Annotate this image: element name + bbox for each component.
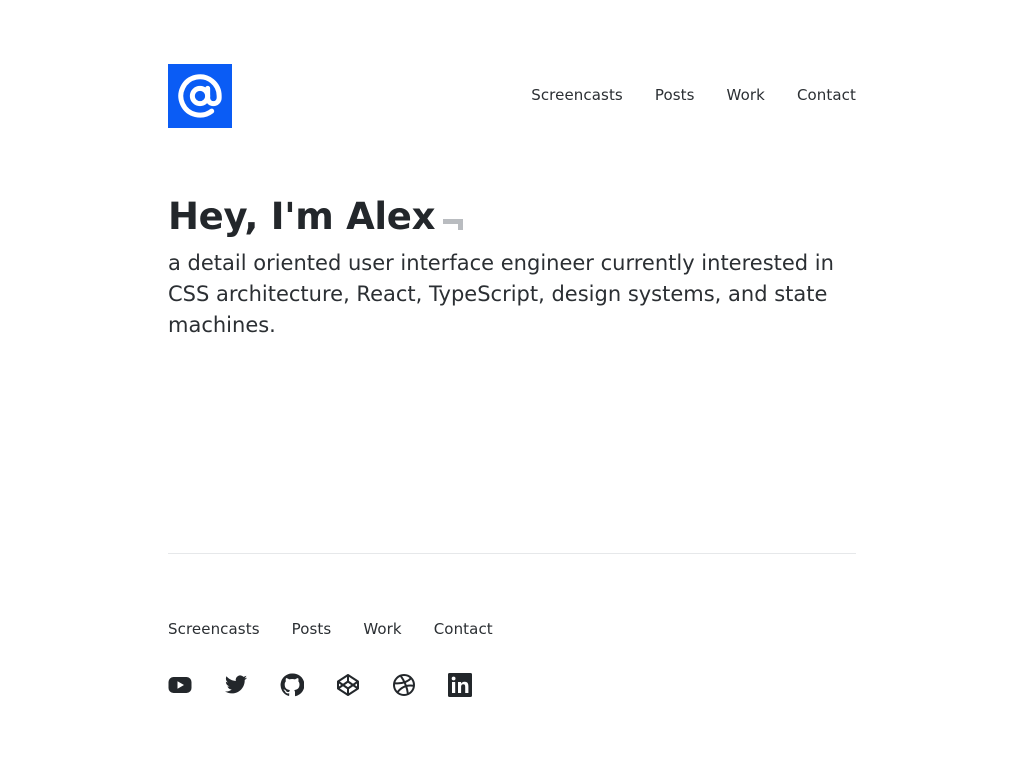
codepen-icon[interactable] [336,673,360,697]
hero-title-text: Hey, I'm Alex [168,195,436,238]
nav-link-posts[interactable]: Posts [655,86,695,104]
footer-link-work[interactable]: Work [363,620,401,638]
page: Screencasts Posts Work Contact Hey, I'm … [0,0,1024,768]
footer-divider [168,553,856,554]
nav-link-work[interactable]: Work [727,86,765,104]
footer-nav: Screencasts Posts Work Contact [168,620,493,638]
youtube-icon[interactable] [168,673,192,697]
hero-subtitle: a detail oriented user interface enginee… [168,251,834,337]
nav-link-screencasts[interactable]: Screencasts [531,86,623,104]
hero-heading: Hey, I'm Alex [168,192,464,242]
footer-link-posts[interactable]: Posts [292,620,332,638]
linkedin-icon[interactable] [448,673,472,697]
twitter-icon[interactable] [224,673,248,697]
site-logo[interactable] [168,64,232,128]
github-icon[interactable] [280,673,304,697]
corner-mark-icon [443,219,464,231]
header-nav: Screencasts Posts Work Contact [531,86,856,104]
dribbble-icon[interactable] [392,673,416,697]
footer-link-screencasts[interactable]: Screencasts [168,620,260,638]
footer-link-contact[interactable]: Contact [434,620,493,638]
nav-link-contact[interactable]: Contact [797,86,856,104]
at-sign-icon [178,74,222,118]
social-links [168,673,472,697]
